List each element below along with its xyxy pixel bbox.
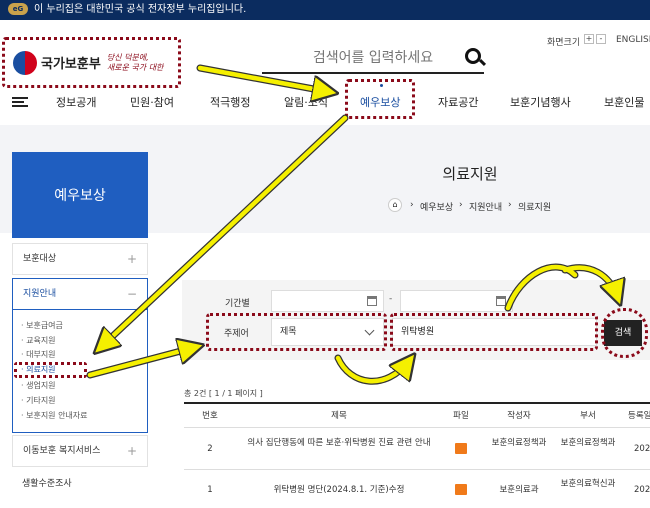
table-row[interactable]: 2 의사 집단행동에 따른 보훈·위탁병원 진료 관련 안내 보훈의료정책과 보… [184, 428, 650, 470]
col-header: 등록일 [628, 411, 650, 421]
table-header: 번호 제목 파일 작성자 부서 등록일 [184, 404, 650, 428]
zoom-out-button[interactable]: - [596, 34, 606, 44]
annotation-box-search [601, 308, 648, 358]
submenu-item[interactable]: · 생업지원 [21, 380, 56, 391]
menu-icon[interactable] [12, 97, 28, 107]
arrow-subject-to-keyword [335, 358, 410, 384]
submenu-item[interactable]: · 교육지원 [21, 335, 56, 346]
language-link[interactable]: ENGLISH [616, 35, 650, 45]
submenu-item[interactable]: · 보훈지원 안내자료 [21, 410, 88, 421]
logo-slogan: 당신 덕분에, 새로운 국가 대한 [106, 52, 164, 72]
nav-item-archive[interactable]: 자료공간 [438, 94, 478, 110]
row-title-link[interactable]: 위탁병원 명단(2024.8.1. 기준)수정 [244, 484, 434, 496]
home-icon[interactable]: ⌂ [388, 198, 402, 212]
sidebar-item-support[interactable]: 지원안내 − [12, 278, 148, 310]
nav-item-news[interactable]: 알림·소식 [284, 94, 328, 110]
sidebar-item-mobile-welfare[interactable]: 이동보훈 복지서비스 + [12, 435, 148, 467]
gov-banner: eG 이 누리집은 대한민국 공식 전자정부 누리집입니다. [0, 0, 650, 20]
annotation-box-keyword [390, 313, 598, 351]
submenu-item[interactable]: · 대부지원 [21, 349, 56, 360]
taegeuk-icon [13, 50, 37, 75]
zoom-in-button[interactable]: + [584, 34, 594, 44]
nav-item-info[interactable]: 정보공개 [56, 94, 96, 110]
col-header: 파일 [453, 411, 469, 421]
col-header: 제목 [331, 411, 347, 421]
breadcrumb-separator: › [508, 200, 512, 210]
main-nav: 정보공개 민원·참여 적극행정 알림·소식 예우보상 자료공간 보훈기념행사 보… [0, 88, 650, 116]
zoom-label: 화면크기 [547, 38, 581, 48]
breadcrumb-separator: › [459, 200, 463, 210]
col-header: 부서 [580, 411, 596, 421]
breadcrumb-item[interactable]: 예우보상 [420, 200, 453, 213]
submenu-item[interactable]: · 보훈급여금 [21, 320, 63, 331]
end-date-input[interactable] [400, 290, 513, 312]
calendar-icon[interactable] [496, 296, 506, 306]
nav-item-civil[interactable]: 민원·참여 [130, 94, 174, 110]
search-input[interactable] [262, 44, 484, 74]
plus-icon: + [126, 444, 137, 458]
nav-item-people[interactable]: 보훈인물 [604, 94, 644, 110]
page-title: 의료지원 [442, 165, 498, 183]
nav-item-events[interactable]: 보훈기념행사 [510, 94, 571, 110]
logo-name: 국가보훈부 [41, 57, 101, 72]
sidebar-item-survey[interactable]: 생활수준조사 [12, 469, 148, 501]
annotation-box-nav [345, 79, 415, 119]
annotation-box-submenu [14, 362, 87, 378]
sidebar-item-targets[interactable]: 보훈대상 + [12, 243, 148, 275]
site-logo[interactable]: 국가보훈부 당신 덕분에, 새로운 국가 대한 [2, 37, 181, 88]
col-header: 작성자 [507, 411, 531, 421]
egov-logo-icon: eG [8, 3, 28, 15]
table-row[interactable]: 1 위탁병원 명단(2024.8.1. 기준)수정 보훈의료과 보훈의료혁신과 … [184, 470, 650, 508]
date-dash: - [389, 294, 393, 304]
calendar-icon[interactable] [367, 296, 377, 306]
annotation-box-subject [206, 313, 387, 351]
row-title-link[interactable]: 의사 집단행동에 따른 보훈·위탁병원 진료 관련 안내 [244, 437, 434, 449]
nav-item-active-admin[interactable]: 적극행정 [210, 94, 250, 110]
submenu-item[interactable]: · 기타지원 [21, 395, 56, 406]
period-label: 기간별 [225, 299, 250, 309]
minus-icon: − [126, 287, 137, 301]
plus-icon: + [126, 252, 137, 266]
file-icon[interactable] [455, 484, 467, 495]
sidebar-title: 예우보상 [12, 152, 148, 238]
file-icon[interactable] [455, 443, 467, 454]
col-header: 번호 [202, 411, 218, 421]
results-table: 번호 제목 파일 작성자 부서 등록일 2 의사 집단행동에 따른 보훈·위탁병… [184, 402, 650, 495]
result-count: 총 2건 [ 1 / 1 페이지 ] [184, 389, 263, 398]
breadcrumb-separator: › [410, 200, 414, 210]
breadcrumb-current: 의료지원 [518, 203, 552, 213]
breadcrumb-item[interactable]: 지원안내 [469, 200, 502, 213]
search-icon[interactable] [465, 48, 481, 64]
start-date-input[interactable] [271, 290, 384, 312]
gov-banner-text: 이 누리집은 대한민국 공식 전자정부 누리집입니다. [34, 4, 247, 15]
